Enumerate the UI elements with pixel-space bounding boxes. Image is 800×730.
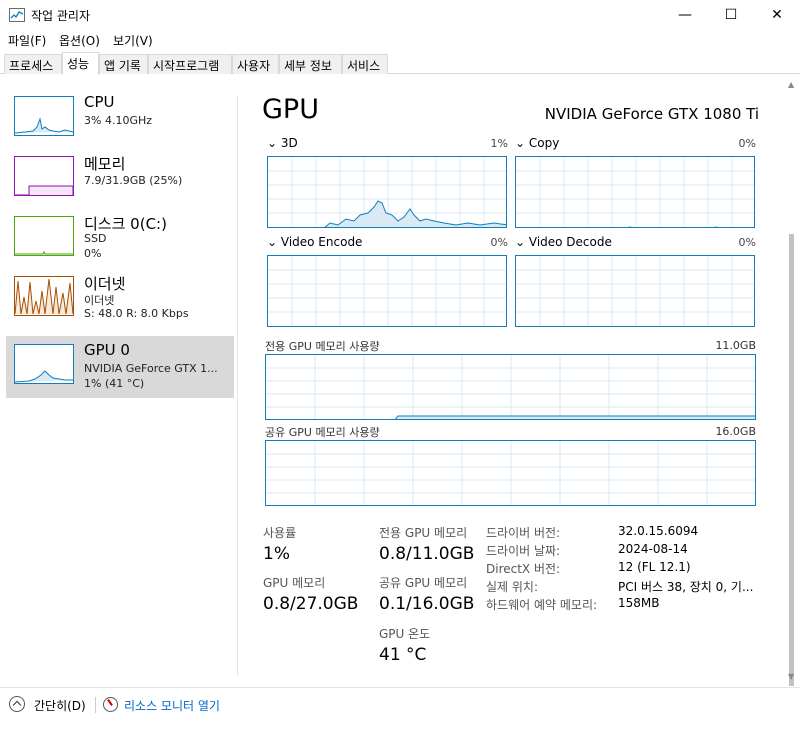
engine-video-encode-label[interactable]: ⌄ Video Encode — [267, 235, 362, 249]
utilization-label: 사용률 — [263, 526, 297, 540]
scroll-down-arrow-icon[interactable]: ▼ — [788, 672, 794, 681]
sidebar-gpu-title: GPU 0 — [84, 341, 130, 359]
engine-video-decode-pct: 0% — [738, 236, 756, 249]
shared-memory-value: 0.1/16.0GB — [379, 594, 475, 614]
sidebar-item-ethernet[interactable]: 이더넷 이더넷 S: 48.0 R: 8.0 Kbps — [6, 268, 234, 330]
disk-thumbnail-graph — [14, 216, 74, 256]
window-title: 작업 관리자 — [31, 9, 91, 23]
menu-bar: 파일(F) 옵션(O) 보기(V) — [0, 30, 800, 50]
tab-users[interactable]: 사용자 — [232, 54, 279, 74]
cpu-thumbnail-graph — [14, 96, 74, 136]
engine-video-encode-graph — [267, 255, 507, 327]
shared-memory-label: 공유 GPU 메모리 — [379, 576, 468, 590]
engine-3d-name: 3D — [280, 136, 298, 150]
driver-date-label: 드라이버 날짜: — [486, 544, 561, 558]
sidebar-disk-sub2: 0% — [84, 247, 102, 260]
gpu-temperature-value: 41 °C — [379, 645, 427, 665]
gpu-heading: GPU — [262, 94, 319, 125]
sidebar-item-disk[interactable]: 디스크 0(C:) SSD 0% — [6, 208, 234, 270]
engine-copy-graph — [515, 156, 755, 228]
performance-panel: CPU 3% 4.10GHz 메모리 7.9/31.9GB (25%) 디스크 … — [0, 74, 800, 687]
sidebar-ethernet-sub2: S: 48.0 R: 8.0 Kbps — [84, 307, 189, 320]
shared-memory-graph — [265, 440, 756, 506]
engine-copy-label[interactable]: ⌄ Copy — [515, 136, 559, 150]
sidebar-ethernet-title: 이더넷 — [84, 275, 126, 293]
gpu-detail-pane: GPU NVIDIA GeForce GTX 1080 Ti ⌄ 3D 1% ⌄… — [238, 74, 783, 687]
hardware-reserved-memory-label: 하드웨어 예약 메모리: — [486, 598, 598, 612]
engine-3d-graph — [267, 156, 507, 228]
engine-copy-name: Copy — [528, 136, 560, 150]
close-button[interactable]: ✕ — [754, 0, 800, 30]
sidebar-ethernet-sub1: 이더넷 — [84, 294, 115, 307]
tab-services[interactable]: 서비스 — [342, 54, 388, 74]
gpu-model-name: NVIDIA GeForce GTX 1080 Ti — [544, 105, 759, 123]
tab-startup[interactable]: 시작프로그램 — [148, 54, 232, 74]
footer-divider — [95, 697, 96, 713]
dedicated-memory-graph — [265, 354, 756, 420]
sidebar-gpu-sub2: 1% (41 °C) — [84, 377, 145, 390]
task-manager-icon — [9, 8, 25, 22]
menu-options[interactable]: 옵션(O) — [59, 32, 100, 49]
memory-thumbnail-graph — [14, 156, 74, 196]
sidebar-disk-title: 디스크 0(C:) — [84, 215, 167, 233]
footer-bar: 간단히(D) 리소스 모니터 열기 — [0, 687, 800, 730]
sidebar-disk-sub1: SSD — [84, 232, 107, 245]
gpu-temperature-label: GPU 온도 — [379, 627, 431, 641]
gpu-thumbnail-graph — [14, 344, 74, 384]
sidebar-memory-sub1: 7.9/31.9GB (25%) — [84, 174, 183, 187]
sidebar-item-memory[interactable]: 메모리 7.9/31.9GB (25%) — [6, 148, 234, 210]
sidebar-cpu-title: CPU — [84, 93, 115, 111]
open-resource-monitor-link[interactable]: 리소스 모니터 열기 — [124, 697, 220, 714]
directx-version-label: DirectX 버전: — [486, 562, 561, 576]
physical-location-label: 실제 위치: — [486, 580, 539, 594]
chevron-up-icon[interactable] — [9, 696, 25, 712]
driver-date-value: 2024-08-14 — [618, 542, 688, 556]
scroll-up-arrow-icon[interactable]: ▲ — [788, 80, 794, 89]
tab-details[interactable]: 세부 정보 — [279, 54, 342, 74]
menu-file[interactable]: 파일(F) — [8, 32, 46, 49]
tab-performance[interactable]: 성능 — [62, 52, 99, 75]
shared-memory-graph-label: 공유 GPU 메모리 사용량 — [265, 426, 380, 439]
maximize-button[interactable]: ☐ — [708, 0, 754, 30]
engine-3d-label[interactable]: ⌄ 3D — [267, 136, 298, 150]
gpu-memory-label: GPU 메모리 — [263, 576, 326, 590]
sidebar-item-cpu[interactable]: CPU 3% 4.10GHz — [6, 88, 234, 150]
sidebar-gpu-sub1: NVIDIA GeForce GTX 1... — [84, 362, 218, 375]
scroll-thumb[interactable] — [789, 234, 794, 686]
engine-video-encode-name: Video Encode — [280, 235, 363, 249]
driver-version-value: 32.0.15.6094 — [618, 524, 699, 538]
driver-version-label: 드라이버 버전: — [486, 526, 561, 540]
engine-3d-pct: 1% — [490, 137, 508, 150]
ethernet-thumbnail-graph — [14, 276, 74, 316]
shared-memory-graph-max: 16.0GB — [715, 425, 756, 438]
resource-monitor-icon[interactable] — [103, 697, 118, 712]
tab-processes[interactable]: 프로세스 — [4, 54, 62, 74]
gpu-memory-value: 0.8/27.0GB — [263, 594, 359, 614]
vertical-scrollbar[interactable]: ▲ ▼ — [783, 74, 800, 687]
dedicated-memory-graph-max: 11.0GB — [715, 339, 756, 352]
engine-video-decode-name: Video Decode — [528, 235, 612, 249]
engine-video-decode-label[interactable]: ⌄ Video Decode — [515, 235, 612, 249]
dedicated-memory-value: 0.8/11.0GB — [379, 544, 475, 564]
dedicated-memory-graph-label: 전용 GPU 메모리 사용량 — [265, 340, 380, 353]
dedicated-memory-label: 전용 GPU 메모리 — [379, 526, 468, 540]
engine-video-encode-pct: 0% — [490, 236, 508, 249]
hardware-reserved-memory-value: 158MB — [618, 596, 660, 610]
engine-video-decode-graph — [515, 255, 755, 327]
tab-app-history[interactable]: 앱 기록 — [99, 54, 148, 74]
utilization-value: 1% — [263, 544, 290, 564]
menu-view[interactable]: 보기(V) — [113, 32, 153, 49]
sidebar-cpu-sub1: 3% 4.10GHz — [84, 114, 153, 127]
fewer-details-button[interactable]: 간단히(D) — [34, 697, 86, 714]
title-bar: 작업 관리자 — ☐ ✕ — [0, 0, 800, 30]
engine-copy-pct: 0% — [738, 137, 756, 150]
directx-version-value: 12 (FL 12.1) — [618, 560, 691, 574]
sidebar-memory-title: 메모리 — [84, 155, 126, 173]
physical-location-value: PCI 버스 38, 장치 0, 기... — [618, 580, 754, 594]
resource-sidebar: CPU 3% 4.10GHz 메모리 7.9/31.9GB (25%) 디스크 … — [0, 74, 237, 687]
sidebar-item-gpu[interactable]: GPU 0 NVIDIA GeForce GTX 1... 1% (41 °C) — [6, 336, 234, 398]
minimize-button[interactable]: — — [662, 0, 708, 30]
tab-bar: 프로세스 성능 앱 기록 시작프로그램 사용자 세부 정보 서비스 — [0, 52, 800, 75]
